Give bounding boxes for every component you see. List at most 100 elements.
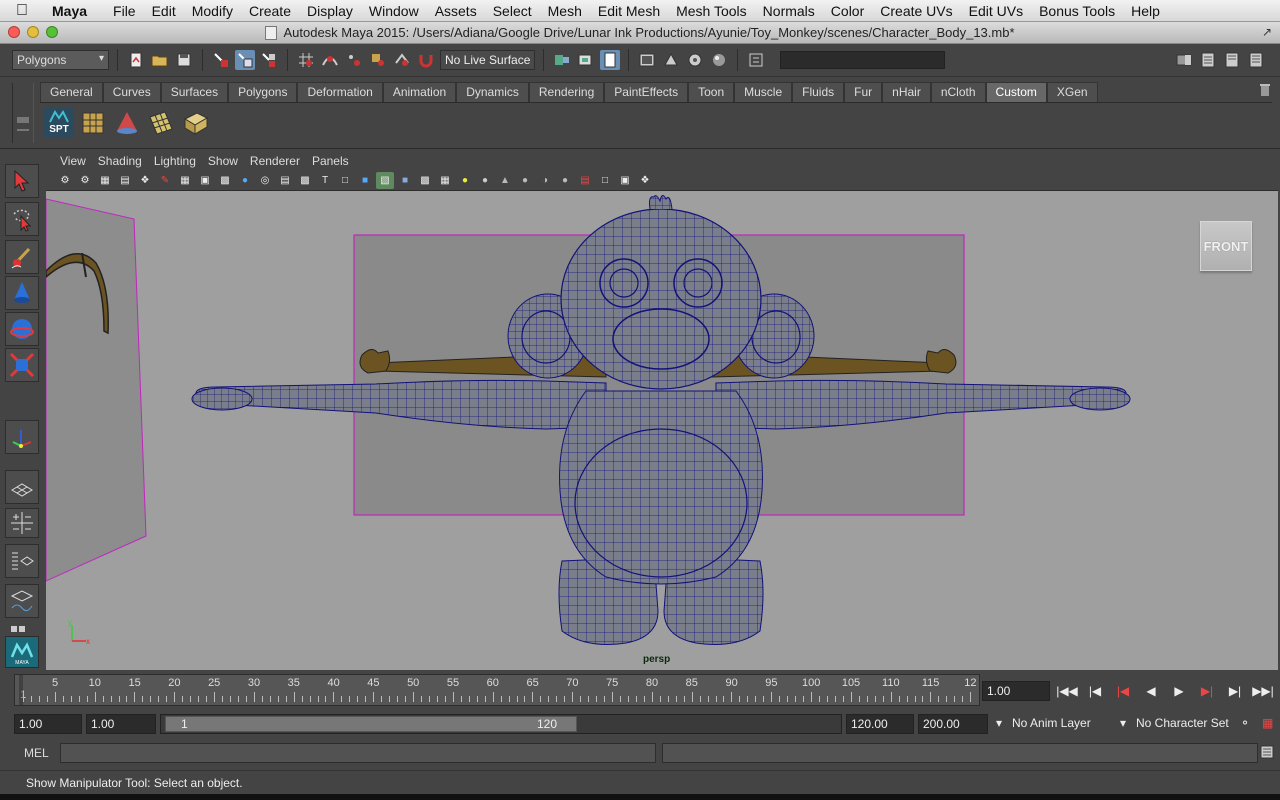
- shelf-tab-toon[interactable]: Toon: [688, 82, 735, 102]
- select-by-object-icon[interactable]: [235, 50, 255, 70]
- panel-menu-view[interactable]: View: [54, 154, 92, 168]
- shelf-tab-rendering[interactable]: Rendering: [528, 82, 605, 102]
- menu-set-dropdown[interactable]: Polygons: [12, 50, 109, 70]
- field-chart-icon[interactable]: ◎: [256, 172, 274, 189]
- render-settings-icon[interactable]: [685, 50, 705, 70]
- time-ruler[interactable]: 1 5 10 15 20 25 30 35 40 45 50 55 60 65 70 75 80 85 90 95 10…: [14, 674, 980, 706]
- node-editor-icon[interactable]: ❖: [636, 172, 654, 189]
- attribute-editor-icon[interactable]: [1198, 50, 1218, 70]
- shelf-tab-general[interactable]: General: [40, 82, 103, 102]
- ipr-render-icon[interactable]: [661, 50, 681, 70]
- menu-assets[interactable]: Assets: [427, 3, 485, 19]
- snap-to-point-icon[interactable]: [344, 50, 364, 70]
- shadows-icon[interactable]: ●: [476, 172, 494, 189]
- rotate-tool[interactable]: [5, 312, 39, 346]
- snap-to-view-plane-icon[interactable]: [368, 50, 388, 70]
- wireframe-icon[interactable]: □: [336, 172, 354, 189]
- four-view-layout[interactable]: [5, 508, 39, 538]
- quick-input-field[interactable]: [780, 51, 946, 69]
- text-icon[interactable]: T: [316, 172, 334, 189]
- persp-graph-layout[interactable]: [5, 584, 39, 618]
- ambient-occlusion-icon[interactable]: ▲: [496, 172, 514, 189]
- show-manipulator-tool[interactable]: [5, 420, 39, 454]
- select-by-component-icon[interactable]: [259, 50, 279, 70]
- snap-to-curve-icon[interactable]: [320, 50, 340, 70]
- bookmarks-icon[interactable]: ▦: [96, 172, 114, 189]
- shelf-tab-ncloth[interactable]: nCloth: [930, 82, 986, 102]
- menu-modify[interactable]: Modify: [184, 3, 241, 19]
- play-backwards-icon[interactable]: ◀: [1140, 682, 1162, 700]
- tool-settings-icon[interactable]: [1222, 50, 1242, 70]
- menu-bonus-tools[interactable]: Bonus Tools: [1031, 3, 1123, 19]
- minimize-icon[interactable]: [27, 26, 39, 38]
- xray-active-icon[interactable]: ▣: [616, 172, 634, 189]
- construction-history-icon[interactable]: [576, 50, 596, 70]
- go-to-end-icon[interactable]: ▶▶|: [1252, 682, 1274, 700]
- menu-mesh[interactable]: Mesh: [540, 3, 590, 19]
- channel-box-icon[interactable]: [1246, 50, 1266, 70]
- menu-help[interactable]: Help: [1123, 3, 1168, 19]
- start-time-field[interactable]: 1.00: [14, 714, 82, 734]
- menu-display[interactable]: Display: [299, 3, 361, 19]
- shelf-tab-animation[interactable]: Animation: [382, 82, 457, 102]
- panel-menu-panels[interactable]: Panels: [306, 154, 355, 168]
- mel-toggle[interactable]: MEL: [16, 744, 56, 762]
- shelf-tab-deformation[interactable]: Deformation: [297, 82, 383, 102]
- grease-pencil-icon[interactable]: ✎: [156, 172, 174, 189]
- shelf-tab-xgen[interactable]: XGen: [1046, 82, 1098, 102]
- make-live-icon[interactable]: [392, 50, 412, 70]
- step-forward-frame-icon[interactable]: ▶|: [1224, 682, 1246, 700]
- textured-icon[interactable]: ▦: [436, 172, 454, 189]
- shelf-tab-dynamics[interactable]: Dynamics: [456, 82, 529, 102]
- shelf-tab-muscle[interactable]: Muscle: [734, 82, 793, 102]
- perspective-viewport[interactable]: y x FRONT persp: [46, 191, 1278, 670]
- current-frame-field[interactable]: 1.00: [982, 681, 1050, 701]
- viewcube[interactable]: FRONT: [1200, 221, 1252, 271]
- open-scene-icon[interactable]: [150, 50, 170, 70]
- default-material-icon[interactable]: ■: [396, 172, 414, 189]
- cone-shelf-button[interactable]: [112, 108, 142, 138]
- step-forward-key-icon[interactable]: ▶|: [1196, 682, 1218, 700]
- play-forwards-icon[interactable]: ▶: [1168, 682, 1190, 700]
- new-scene-icon[interactable]: [126, 50, 146, 70]
- snap-to-grid-icon[interactable]: [296, 50, 316, 70]
- input-line-mode-icon[interactable]: [746, 50, 766, 70]
- step-back-frame-icon[interactable]: |◀: [1084, 682, 1106, 700]
- character-set-dropdown[interactable]: No Character Set: [1132, 714, 1236, 734]
- shelf-tab-fur[interactable]: Fur: [844, 82, 883, 102]
- character-set-arrow-icon[interactable]: ▾: [1116, 714, 1131, 734]
- persp-outliner-layout[interactable]: [5, 544, 39, 578]
- shelf-tab-nhair[interactable]: nHair: [882, 82, 931, 102]
- hypershade-icon[interactable]: [709, 50, 729, 70]
- mel-input-field[interactable]: [60, 743, 656, 763]
- menu-select[interactable]: Select: [485, 3, 540, 19]
- isolate-select-icon[interactable]: ▤: [576, 172, 594, 189]
- script-editor-icon[interactable]: [1260, 745, 1274, 759]
- grid-toggle-icon[interactable]: ▦: [176, 172, 194, 189]
- layout-shortcut-icon[interactable]: [5, 622, 39, 636]
- panel-menu-lighting[interactable]: Lighting: [148, 154, 202, 168]
- safe-title-icon[interactable]: ▩: [296, 172, 314, 189]
- menu-mesh-tools[interactable]: Mesh Tools: [668, 3, 755, 19]
- uv-grid-shelf-button[interactable]: [146, 108, 176, 138]
- render-current-frame-icon[interactable]: [600, 50, 621, 70]
- camera-attributes-icon[interactable]: ⚙: [76, 172, 94, 189]
- side-image-plane[interactable]: [46, 198, 147, 582]
- app-menu[interactable]: Maya: [44, 3, 95, 19]
- box-shelf-button[interactable]: [180, 108, 210, 138]
- end-time-field[interactable]: 200.00: [918, 714, 988, 734]
- playback-end-field[interactable]: 120.00: [846, 714, 914, 734]
- select-camera-icon[interactable]: ⚙: [56, 172, 74, 189]
- fullscreen-icon[interactable]: ↗: [1262, 25, 1272, 39]
- grid-snap-shelf-button[interactable]: [78, 108, 108, 138]
- playback-start-field[interactable]: 1.00: [86, 714, 156, 734]
- paint-select-tool[interactable]: [5, 240, 39, 274]
- wireframe-on-shaded-icon[interactable]: ▧: [376, 171, 394, 189]
- lasso-tool[interactable]: [5, 202, 39, 236]
- panel-menu-shading[interactable]: Shading: [92, 154, 148, 168]
- live-surface-field[interactable]: No Live Surface: [440, 50, 536, 70]
- scale-tool[interactable]: [5, 348, 39, 382]
- scene-canvas[interactable]: y x: [46, 191, 1278, 670]
- apple-icon[interactable]: : [0, 2, 44, 20]
- use-all-lights-icon[interactable]: ●: [456, 172, 474, 189]
